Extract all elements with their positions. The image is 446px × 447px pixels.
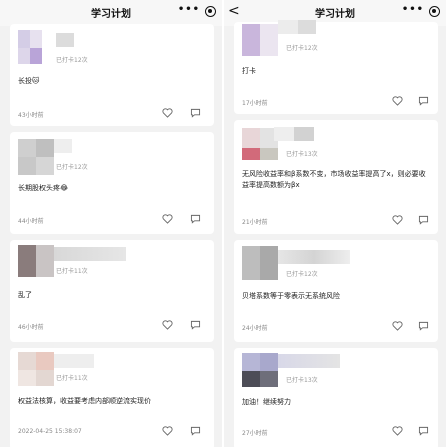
avatar[interactable] (242, 128, 278, 164)
post-content: 乱了 (18, 291, 32, 299)
avatar[interactable] (18, 139, 54, 175)
comment-outline-icon[interactable] (190, 214, 201, 224)
nav-bar: 学习计划 ••• (0, 0, 222, 26)
heart-outline-icon[interactable] (162, 320, 173, 330)
post-content: 打卡 (242, 67, 256, 75)
post-card[interactable]: 已打卡13次 无风险收益率和β系数不变，市场收益率提高了x，则必要收益率提高数额… (234, 120, 438, 234)
post-content: 长投🐱 (18, 77, 40, 85)
heart-outline-icon[interactable] (392, 96, 403, 106)
post-time: 44小时前 (18, 218, 44, 225)
checkin-count: 已打卡11次 (56, 375, 88, 382)
avatar[interactable] (18, 245, 54, 281)
post-card[interactable]: 已打卡12次 长投🐱 43小时前 (10, 24, 214, 126)
avatar[interactable] (242, 24, 278, 60)
username-blurred (54, 354, 94, 368)
checkin-count: 已打卡13次 (286, 151, 318, 158)
target-icon[interactable] (205, 6, 216, 17)
checkin-count: 已打卡12次 (56, 57, 88, 64)
post-content: 权益法核算，收益要考虑内部顺逆流实现价 (18, 397, 151, 405)
heart-outline-icon[interactable] (392, 215, 403, 225)
post-time: 27小时前 (242, 430, 268, 437)
username-blurred (274, 127, 294, 141)
left-screen: 学习计划 ••• 已打卡12次 长投🐱 43小时前 已打卡12次 长期股权头疼😂… (0, 0, 222, 447)
checkin-count: 已打卡12次 (286, 45, 318, 52)
checkin-count: 已打卡12次 (56, 164, 88, 171)
username-blurred (298, 20, 316, 34)
heart-outline-icon[interactable] (162, 108, 173, 118)
post-time: 2022-04-25 15:38:07 (18, 428, 82, 435)
comment-outline-icon[interactable] (418, 215, 429, 225)
comment-outline-icon[interactable] (190, 108, 201, 118)
post-content: 贝塔系数等于零表示无系统风险 (242, 292, 340, 300)
post-card[interactable]: 已打卡12次 长期股权头疼😂 44小时前 (10, 132, 214, 234)
post-card[interactable]: 已打卡11次 乱了 46小时前 (10, 240, 214, 342)
post-time: 46小时前 (18, 324, 44, 331)
checkin-count: 已打卡12次 (286, 271, 318, 278)
comment-outline-icon[interactable] (418, 96, 429, 106)
post-time: 21小时前 (242, 219, 268, 226)
target-icon[interactable] (429, 6, 440, 17)
post-time: 43小时前 (18, 112, 44, 119)
username-blurred (278, 20, 298, 34)
comment-outline-icon[interactable] (190, 320, 201, 330)
username-blurred (54, 139, 72, 153)
more-dots-icon[interactable]: ••• (178, 4, 200, 15)
username-blurred (278, 354, 340, 368)
post-card[interactable]: 已打卡12次 贝塔系数等于零表示无系统风险 24小时前 (234, 240, 438, 342)
username-blurred (56, 33, 74, 47)
avatar[interactable] (18, 30, 54, 66)
post-time: 17小时前 (242, 100, 268, 107)
post-card[interactable]: 已打卡11次 权益法核算，收益要考虑内部顺逆流实现价 2022-04-25 15… (10, 348, 214, 447)
comment-outline-icon[interactable] (190, 426, 201, 436)
username-blurred (54, 247, 126, 261)
more-dots-icon[interactable]: ••• (402, 4, 424, 15)
heart-outline-icon[interactable] (162, 426, 173, 436)
heart-outline-icon[interactable] (162, 214, 173, 224)
heart-outline-icon[interactable] (392, 426, 403, 436)
avatar[interactable] (18, 352, 54, 388)
post-content: 长期股权头疼😂 (18, 184, 69, 192)
checkin-count: 已打卡13次 (286, 377, 318, 384)
post-card[interactable]: 已打卡13次 加油！继续努力 27小时前 (234, 348, 438, 447)
avatar[interactable] (242, 246, 278, 282)
comment-outline-icon[interactable] (418, 426, 429, 436)
post-time: 24小时前 (242, 325, 268, 332)
heart-outline-icon[interactable] (392, 321, 403, 331)
username-blurred (278, 250, 350, 264)
post-content: 加油！继续努力 (242, 398, 291, 406)
comment-outline-icon[interactable] (418, 321, 429, 331)
avatar[interactable] (242, 353, 278, 389)
post-card[interactable]: 已打卡12次 打卡 17小时前 (234, 20, 438, 114)
checkin-count: 已打卡11次 (56, 268, 88, 275)
post-content: 无风险收益率和β系数不变，市场收益率提高了x，则必要收益率提高数额为βx (242, 170, 426, 189)
right-screen: < 学习计划 ••• 已打卡12次 打卡 17小时前 已打卡13次 无风险收益率… (224, 0, 446, 447)
username-blurred (294, 127, 314, 141)
